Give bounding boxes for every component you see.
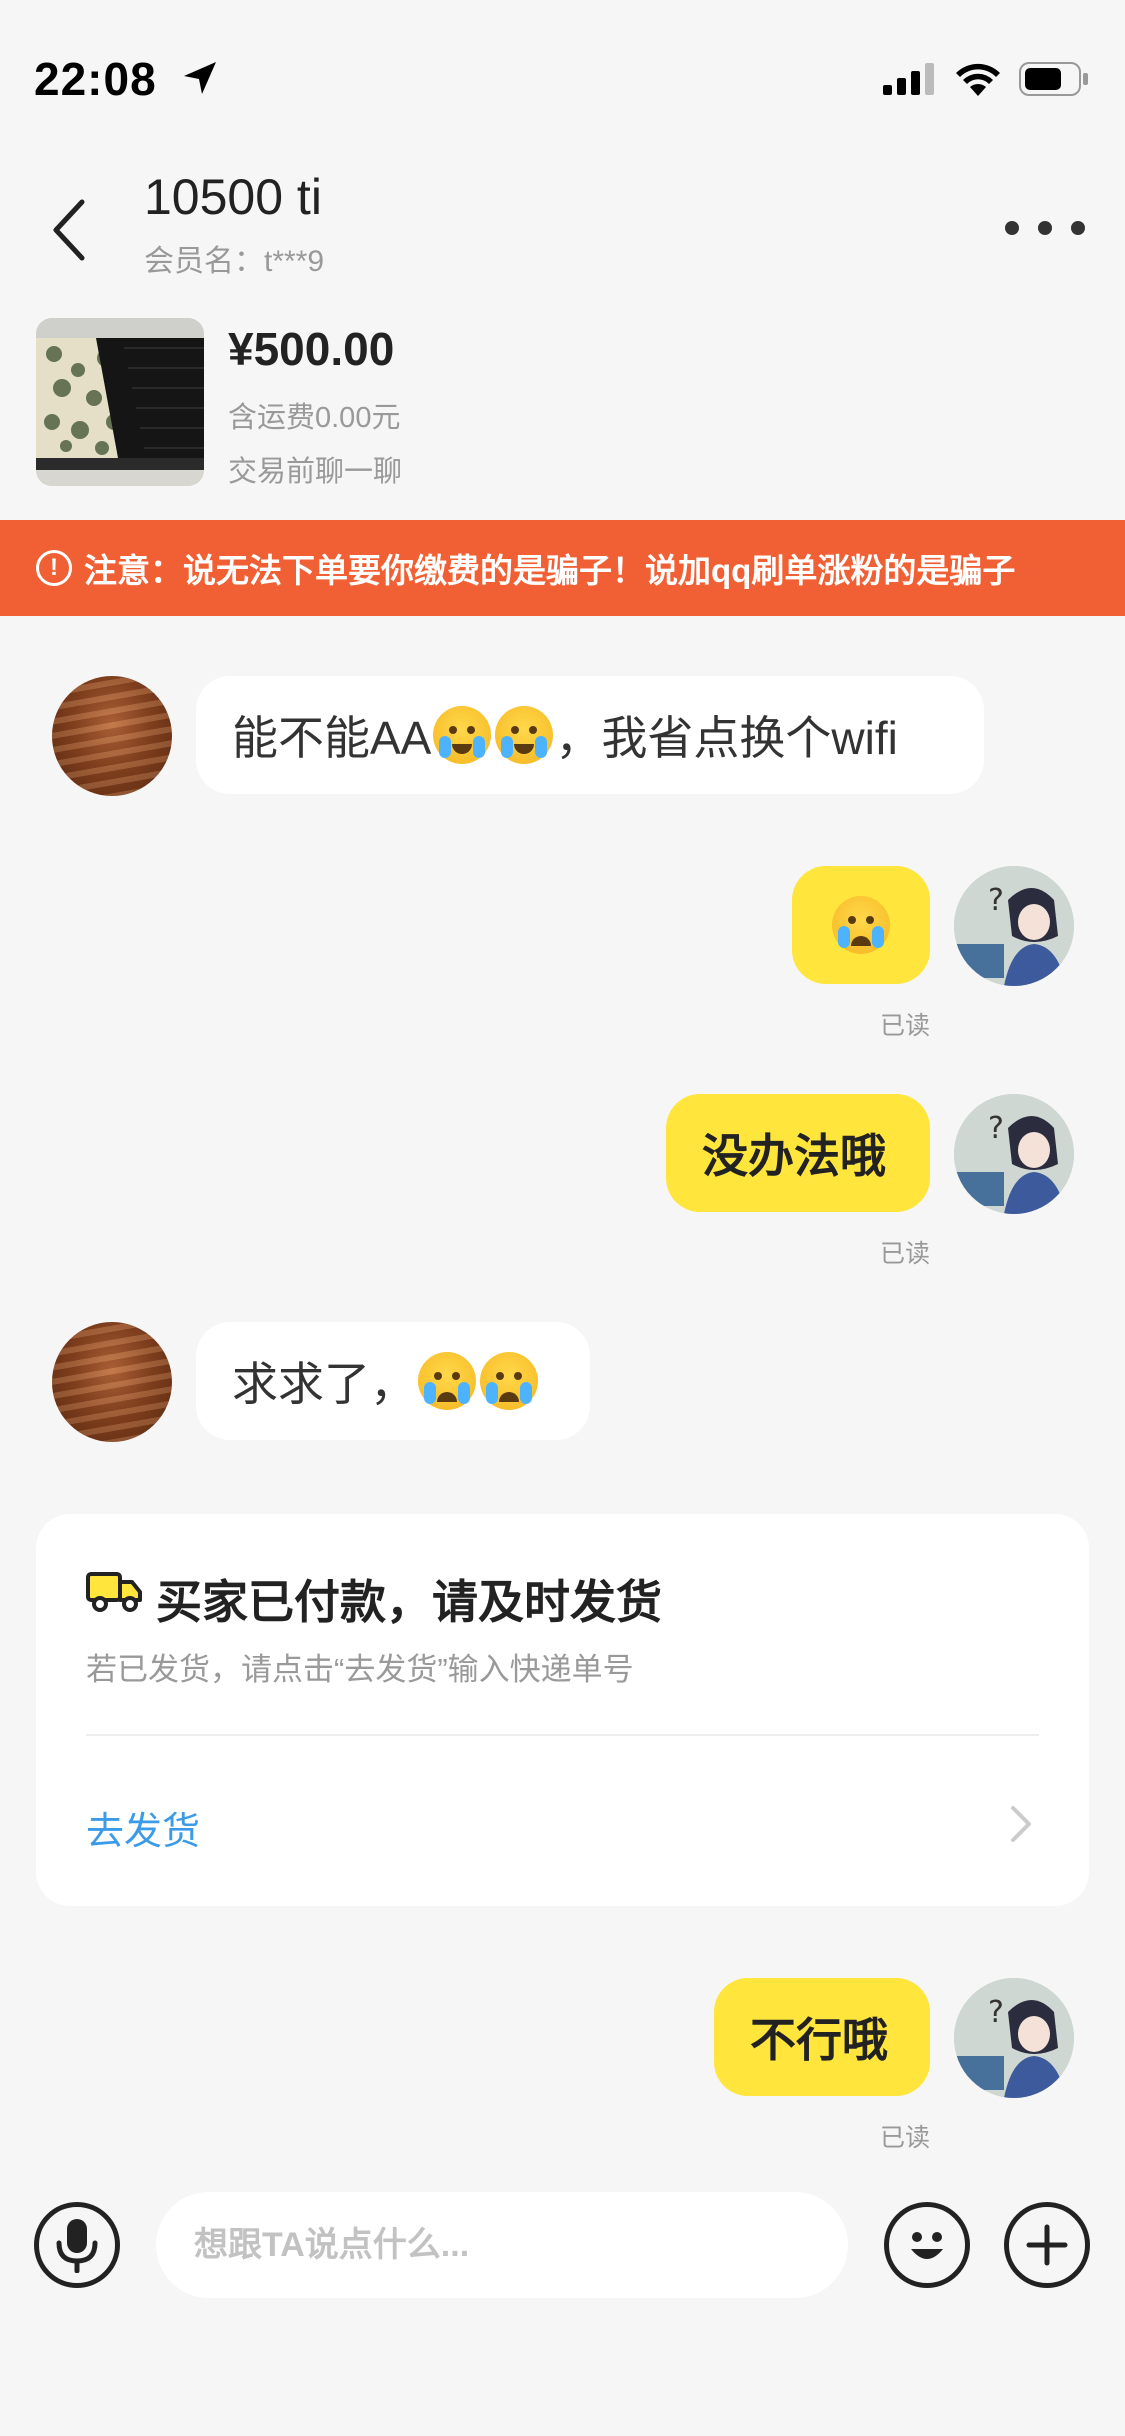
message-bubble[interactable]: 求求了， <box>196 1322 590 1440</box>
seller-avatar[interactable] <box>52 1322 172 1442</box>
my-avatar[interactable]: ? <box>954 866 1074 986</box>
read-receipt: 已读 <box>880 1012 931 1040</box>
message-input[interactable] <box>156 2192 848 2298</box>
status-icons <box>883 62 1089 96</box>
status-bar: 22:08 <box>0 0 1125 150</box>
crying-emoji-icon <box>832 896 890 954</box>
anime-avatar-graphic: ? <box>954 866 1074 986</box>
warning-text: 注意：说无法下单要你缴费的是骗子！说加qq刷单涨粉的是骗子 <box>84 552 1016 589</box>
message-text: 能不能AA <box>232 712 432 764</box>
scam-warning-banner: ! 注意：说无法下单要你缴费的是骗子！说加qq刷单涨粉的是骗子 <box>0 520 1125 616</box>
more-dot <box>1038 221 1052 235</box>
read-receipt: 已读 <box>880 1240 931 1268</box>
svg-text:?: ? <box>988 883 1004 918</box>
svg-text:?: ? <box>988 1995 1004 2030</box>
grin-sweat-emoji-icon <box>495 706 554 764</box>
my-avatar[interactable]: ? <box>954 1978 1074 2098</box>
plus-icon <box>1026 2224 1068 2266</box>
order-card-subtitle: 若已发货，请点击“去发货”输入快递单号 <box>86 1652 634 1687</box>
product-shipping: 含运费0.00元 <box>228 402 401 434</box>
seller-avatar[interactable] <box>52 676 172 796</box>
ship-now-link[interactable]: 去发货 <box>86 1800 200 1855</box>
order-status-card: 买家已付款，请及时发货 若已发货，请点击“去发货”输入快递单号 去发货 <box>36 1514 1089 1906</box>
chat-title: 10500 ti <box>144 169 322 225</box>
more-dots-icon <box>1005 221 1019 235</box>
message-text: 没办法哦 <box>702 1130 886 1182</box>
signal-icon <box>883 63 934 95</box>
status-time: 22:08 <box>34 53 157 105</box>
message-input-bar <box>0 2170 1125 2320</box>
alert-icon: ! <box>36 550 72 586</box>
product-image-graphic <box>36 318 204 486</box>
location-arrow-icon <box>184 62 216 94</box>
product-price: ¥500.00 <box>228 323 395 375</box>
microphone-icon <box>56 2219 98 2273</box>
product-note: 交易前聊一聊 <box>228 456 403 488</box>
message-bubble[interactable]: 能不能AA ，我省点换个wifi <box>196 676 984 794</box>
voice-button[interactable] <box>34 2202 120 2288</box>
product-thumbnail[interactable] <box>36 318 204 486</box>
message-text: ，我省点换个wifi <box>555 712 898 764</box>
chat-header: 10500 ti 会员名：t***9 <box>0 150 1125 300</box>
chevron-right-icon[interactable] <box>1009 1804 1033 1844</box>
order-card-title: 买家已付款，请及时发货 <box>156 1576 662 1628</box>
more-button[interactable] <box>1005 208 1085 248</box>
grin-sweat-emoji-icon <box>433 706 492 764</box>
message-text: 求求了， <box>232 1358 416 1410</box>
truck-icon <box>86 1572 142 1612</box>
emoji-button[interactable] <box>884 2202 970 2288</box>
emoji-icon <box>911 2232 943 2259</box>
message-text: 不行哦 <box>750 2014 888 2066</box>
svg-text:?: ? <box>988 1111 1004 1146</box>
back-button[interactable] <box>40 190 96 270</box>
member-name: 会员名：t***9 <box>144 245 325 278</box>
message-bubble[interactable] <box>792 866 930 984</box>
battery-icon <box>1019 62 1088 96</box>
anime-avatar-graphic: ? <box>954 1978 1074 2098</box>
read-receipt: 已读 <box>880 2124 931 2152</box>
anime-avatar-graphic: ? <box>954 1094 1074 1214</box>
message-bubble[interactable]: 不行哦 <box>714 1978 930 2096</box>
product-summary[interactable]: ¥500.00 含运费0.00元 交易前聊一聊 <box>0 300 1125 520</box>
crying-emoji-icon <box>480 1352 538 1410</box>
plus-button[interactable] <box>1004 2202 1090 2288</box>
message-bubble[interactable]: 没办法哦 <box>666 1094 930 1212</box>
more-dot <box>1071 221 1085 235</box>
my-avatar[interactable]: ? <box>954 1094 1074 1214</box>
chevron-left-icon <box>53 199 85 261</box>
wifi-icon <box>956 63 1000 96</box>
crying-emoji-icon <box>418 1352 476 1410</box>
divider <box>86 1734 1039 1736</box>
